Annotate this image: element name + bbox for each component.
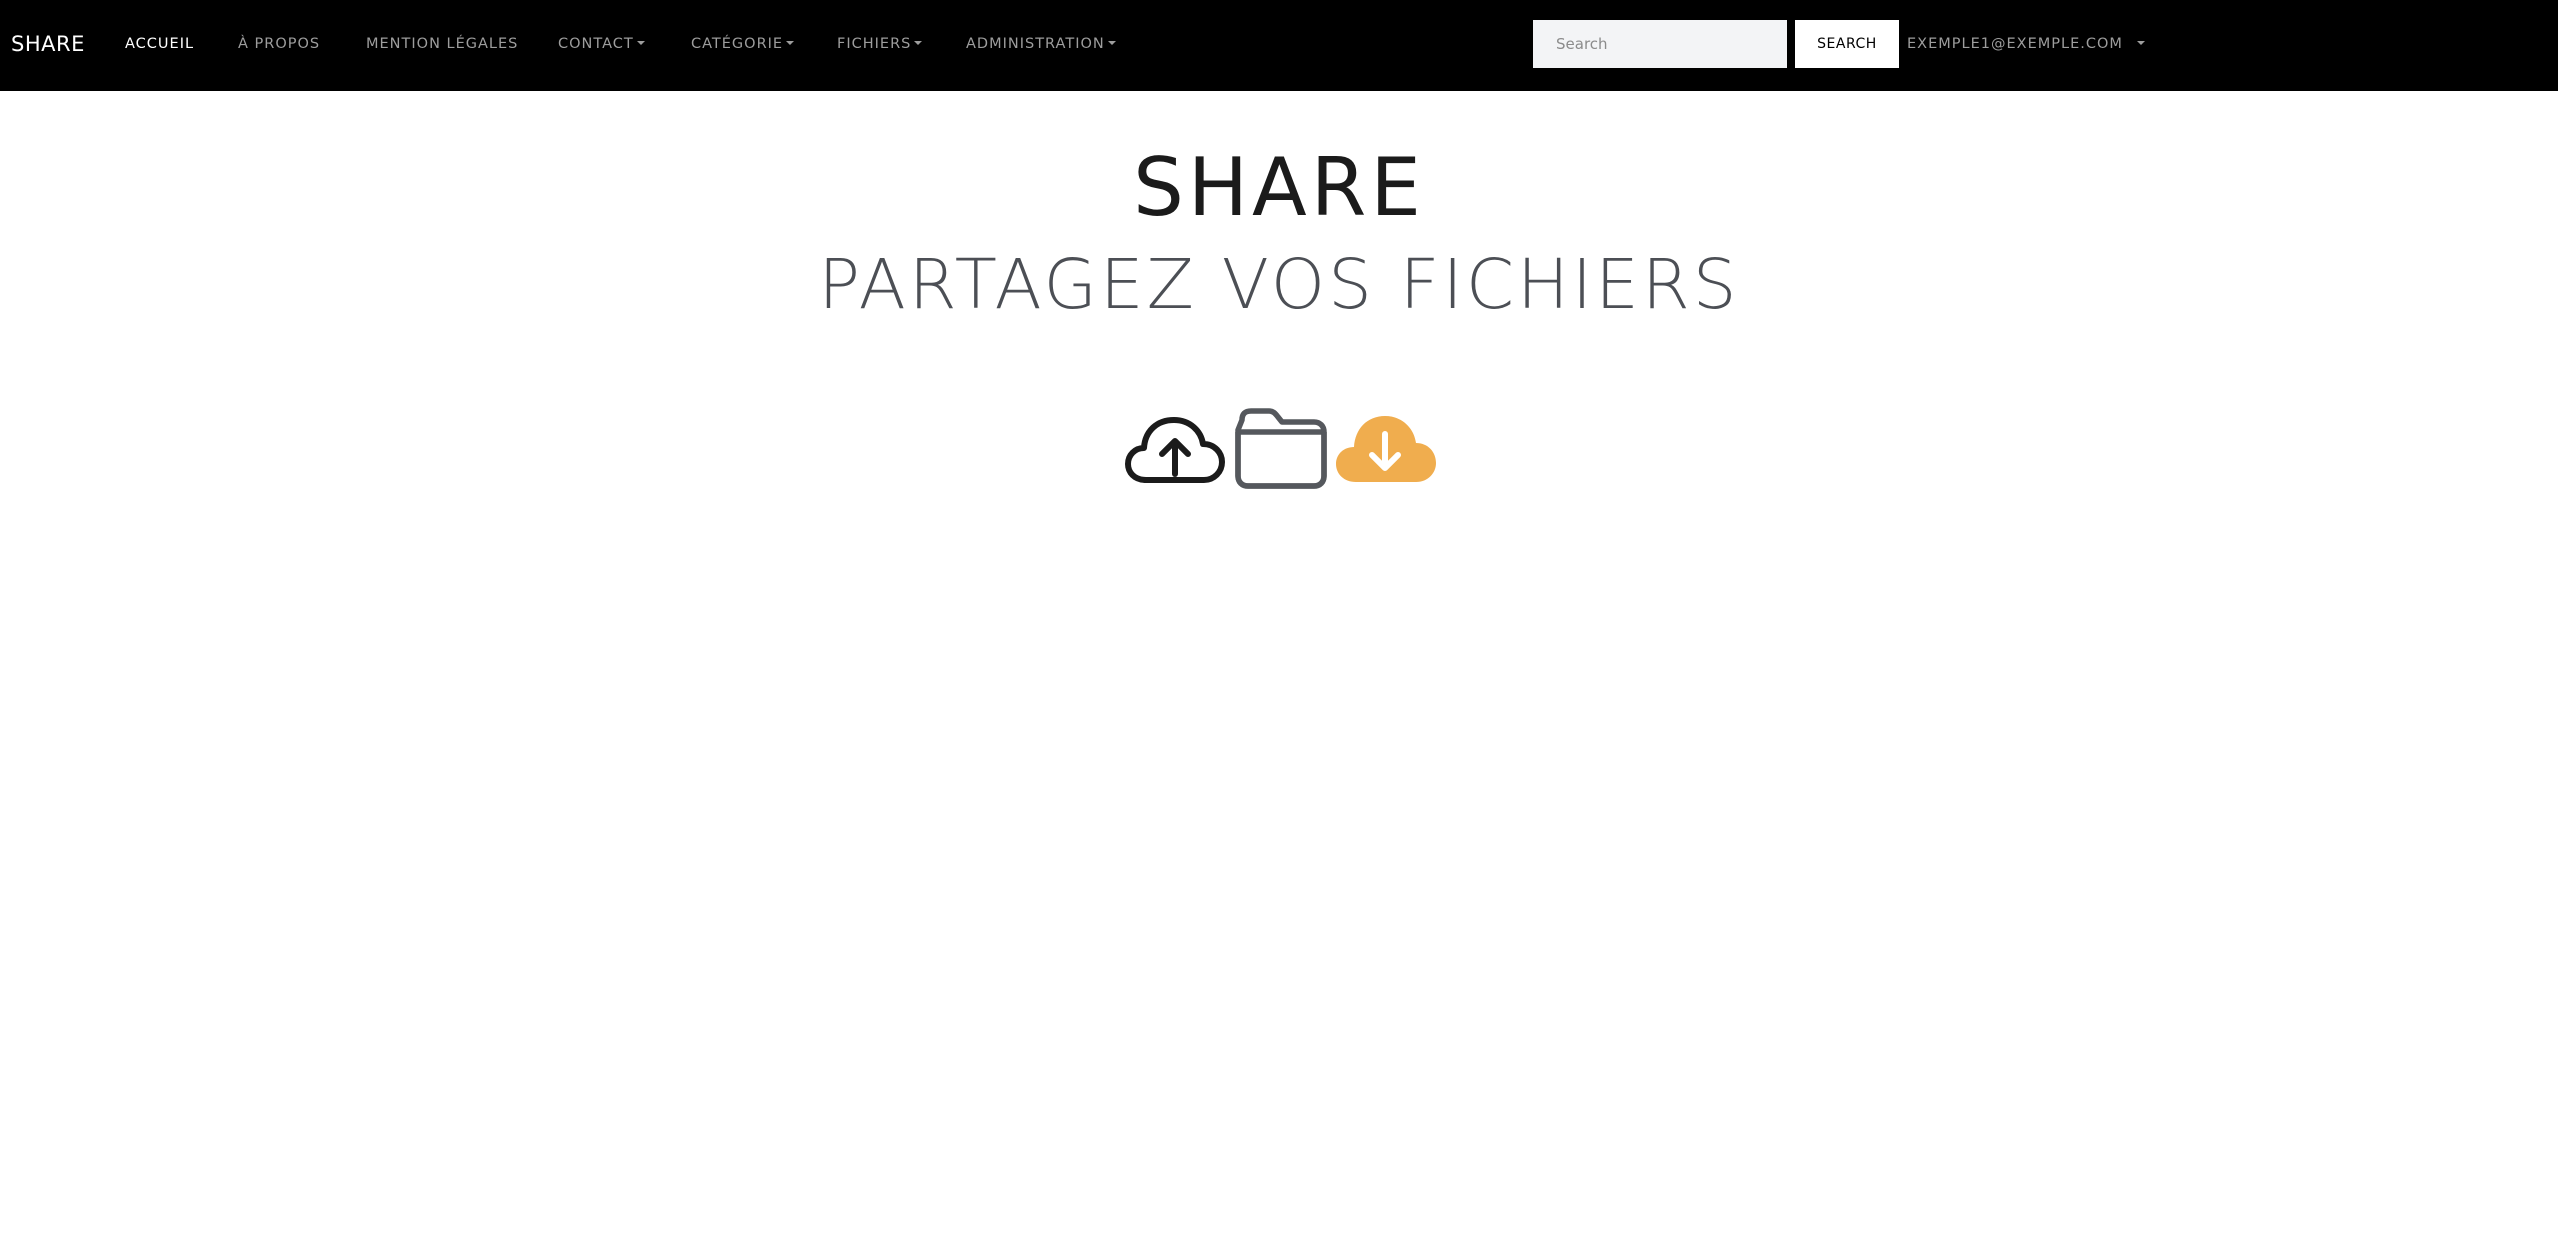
nav-item-label: ACCUEIL (125, 36, 195, 52)
nav-item-mention-legales[interactable]: MENTION LÉGALES (366, 30, 518, 58)
nav-item-fichiers-dropdown[interactable]: FICHIERS (837, 30, 923, 58)
brand-logo-link[interactable]: SHARE (11, 26, 85, 62)
folder-icon (1235, 408, 1327, 489)
nav-item-label: CATÉGORIE (691, 36, 784, 52)
user-account-dropdown[interactable]: EXEMPLE1@EXEMPLE.COM (1907, 30, 2145, 58)
search-button[interactable]: SEARCH (1795, 20, 1899, 68)
nav-item-label: ADMINISTRATION (966, 36, 1105, 52)
caret-down-icon (786, 41, 795, 45)
caret-down-icon (1107, 41, 1116, 45)
nav-item-a-propos[interactable]: À PROPOS (238, 30, 320, 58)
nav-item-contact-dropdown[interactable]: CONTACT (558, 30, 645, 58)
hero-subtitle: PARTAGEZ VOS FICHIERS (818, 245, 1740, 325)
nav-item-label: À PROPOS (238, 36, 321, 52)
cloud-download-icon (1336, 416, 1436, 482)
hero-title: SHARE (1133, 141, 1425, 234)
nav-item-administration-dropdown[interactable]: ADMINISTRATION (966, 30, 1116, 58)
nav-item-accueil[interactable]: ACCUEIL (125, 30, 194, 58)
caret-down-icon (914, 41, 923, 45)
nav-item-label: MENTION LÉGALES (366, 36, 519, 52)
user-email: EXEMPLE1@EXEMPLE.COM (1907, 36, 2123, 52)
nav-item-categorie-dropdown[interactable]: CATÉGORIE (691, 30, 795, 58)
top-navbar: SHARE ACCUEIL À PROPOS MENTION LÉGALES C… (0, 0, 2558, 91)
search-input[interactable] (1533, 20, 1787, 68)
hero-icon-row (1120, 400, 1440, 500)
nav-item-label: FICHIERS (837, 36, 912, 52)
nav-item-label: CONTACT (558, 36, 634, 52)
caret-down-icon (636, 41, 645, 45)
cloud-upload-icon (1125, 417, 1225, 483)
caret-down-icon (2136, 41, 2145, 45)
